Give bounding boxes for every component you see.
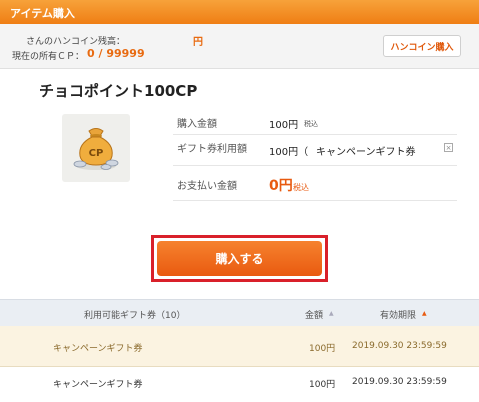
- divider: [173, 200, 457, 201]
- buy-coin-button[interactable]: ハンコイン購入: [383, 35, 461, 57]
- gift-name-cell: キャンペーンギフト券: [53, 380, 143, 390]
- pay-value: 0円: [269, 178, 293, 194]
- table-row[interactable]: キャンペーンギフト券 100円 2019.09.30 23:59:59: [0, 367, 479, 402]
- gift-table-header: 利用可能ギフト券（10） 金額 ▲ 有効期限 ▲: [0, 299, 479, 327]
- pay-tax-label: 税込: [293, 183, 309, 192]
- title-bar: アイテム購入: [0, 0, 479, 24]
- gift-expiry-cell: 2019.09.30 23:59:59: [352, 377, 447, 387]
- divider: [173, 165, 457, 166]
- buy-button[interactable]: 購入する: [157, 241, 322, 276]
- sort-amount-icon[interactable]: ▲: [329, 310, 334, 317]
- gift-name-cell: キャンペーンギフト券: [53, 344, 143, 354]
- gift-amount-cell: 100円: [309, 380, 336, 390]
- gift-label: ギフト券利用額: [177, 144, 247, 155]
- col-expiry-header[interactable]: 有効期限: [380, 308, 416, 321]
- product-title: チョコポイント100CP: [39, 82, 198, 100]
- remove-gift-icon[interactable]: ×: [444, 143, 453, 152]
- gift-value: 100円（: [269, 147, 309, 158]
- coin-bag-icon: CP: [73, 128, 119, 170]
- price-value: 100円: [269, 120, 299, 131]
- gift-amount-cell: 100円: [309, 344, 336, 354]
- divider: [173, 134, 457, 135]
- coin-balance-label: さんのハンコイン残高：: [26, 37, 126, 47]
- col-name-header: 利用可能ギフト券（10）: [84, 311, 186, 321]
- gift-expiry-cell: 2019.09.30 23:59:59: [352, 341, 447, 351]
- page-title: アイテム購入: [10, 7, 75, 20]
- cp-balance-label: 現在の所有ＣＰ：: [12, 52, 85, 62]
- svg-text:CP: CP: [89, 148, 104, 159]
- product-image: CP: [62, 114, 130, 182]
- cp-balance-value: 0 / 99999: [87, 47, 145, 60]
- table-row[interactable]: キャンペーンギフト券 100円 2019.09.30 23:59:59: [0, 326, 479, 367]
- price-tax-label: 税込: [304, 120, 318, 128]
- gift-name: キャンペーンギフト券: [316, 147, 416, 158]
- col-amount-header[interactable]: 金額: [305, 308, 323, 321]
- coin-balance-value: 円: [193, 37, 203, 48]
- pay-label: お支払い金額: [177, 181, 237, 192]
- sort-expiry-icon[interactable]: ▲: [422, 310, 427, 317]
- price-label: 購入金額: [177, 119, 217, 130]
